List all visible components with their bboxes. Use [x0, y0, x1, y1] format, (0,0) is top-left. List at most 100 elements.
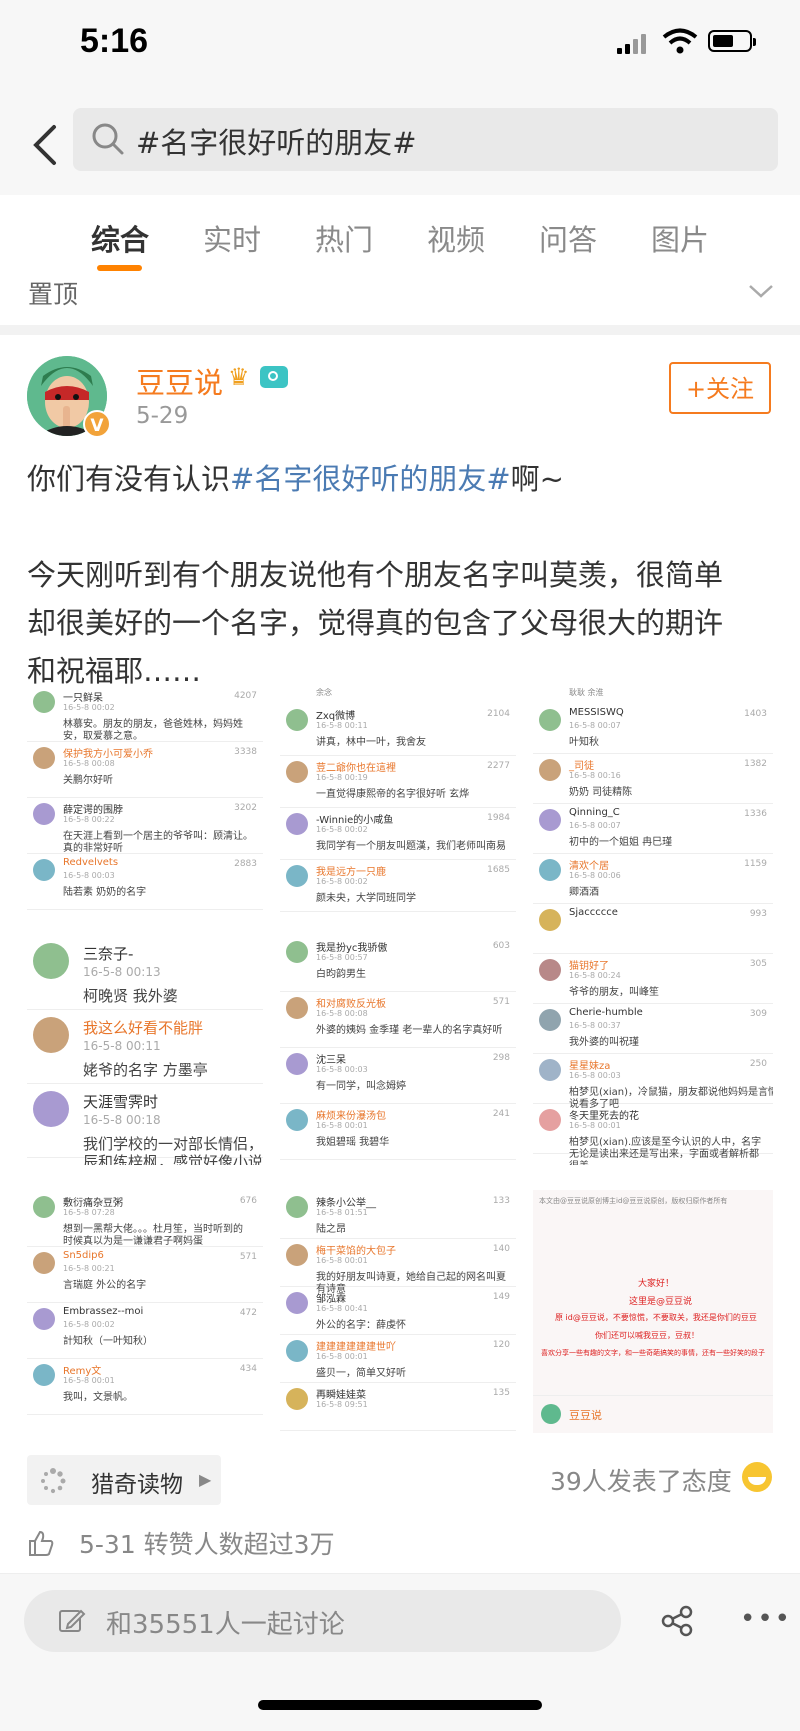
comment-item: 薛定谔的围脖 16-5-8 00:22 在天涯上看到一个居主的爷爷叫：顾清让。 真的非… [27, 797, 263, 854]
more-icon[interactable]: ••• [740, 1604, 792, 1634]
chevron-down-icon[interactable] [748, 283, 774, 299]
grid-image-3[interactable]: 敷衍痛杂豆粥 16-5-8 07:28 想到一黑帮大佬。。。杜月笙，当时听到的 时候真… [27, 1190, 263, 1433]
comment-item: 冬天里死去的花 16-5-8 00:01 柏梦见(xian).应该是至今认识的人中，… [533, 1103, 773, 1165]
tab-hot[interactable]: 热门 [315, 217, 373, 259]
comment-time: 16-5-8 00:11 [83, 1039, 161, 1053]
commenter-name: 薛定谔的围脖 [63, 805, 123, 816]
comment-time: 16-5-8 00:08 [316, 1009, 368, 1018]
comment-text-3: 很美。 [569, 1157, 599, 1165]
comment-text-2: 时候真以为是一谦谦君子啊妈蛋 [63, 1236, 203, 1247]
comment-likes: 3338 [234, 747, 257, 757]
comment-item: 麻烦来份瀑汤包 16-5-8 00:01 我姐碧瑶 我碧华 241 [280, 1103, 516, 1160]
comment-likes: 571 [492, 997, 510, 1007]
comment-time: 16-5-8 00:22 [63, 815, 115, 824]
search-query: #名字很好听的朋友# [136, 126, 417, 160]
comment-time: 16-5-8 00:57 [316, 953, 368, 962]
comment-input[interactable]: 和35551人一起讨论 [24, 1590, 621, 1652]
comment-text: 爷爷的朋友，叫峰笙 [569, 987, 659, 998]
comment-likes: 603 [492, 941, 510, 951]
pinned-label: 置顶 [28, 280, 79, 309]
comment-item: 敷衍痛杂豆粥 16-5-8 07:28 想到一黑帮大佬。。。杜月笙，当时听到的 时候真… [27, 1190, 263, 1247]
commenter-name: 三奈子- [83, 945, 134, 963]
comment-time: 16-5-8 00:01 [316, 1121, 368, 1130]
follow-button[interactable]: +关注 [669, 362, 771, 414]
back-arrow-icon[interactable] [24, 119, 68, 171]
avatar [539, 759, 561, 781]
comment-time: 16-5-8 00:03 [569, 1071, 621, 1080]
tab-comprehensive[interactable]: 综合 [91, 217, 149, 259]
comment-text: 柯晚贤 我外婆 [83, 987, 178, 1005]
avatar [286, 941, 308, 963]
grid-image-2[interactable]: 三奈子- 16-5-8 00:13 柯晚贤 我外婆 我这么好看不能胖 16-5-8 00… [27, 935, 263, 1165]
signal-icon [617, 32, 651, 54]
thumbs-up-icon[interactable] [27, 1529, 55, 1557]
comment-item: Zxq微博 16-5-8 00:11 讲真，林中一叶，我舍友 2104 [280, 703, 516, 756]
commenter-name: 敷衍痛杂豆粥 [63, 1198, 123, 1209]
search-box[interactable]: #名字很好听的朋友# [73, 108, 778, 171]
source-tag[interactable]: 猎奇读物 ▶ [27, 1455, 221, 1505]
author-name[interactable]: 豆豆说 [136, 360, 223, 402]
likes-info: 5-31 转赞人数超过3万 [79, 1530, 335, 1559]
comment-item: Sn5dip6 16-5-8 00:21 言瑞庭 外公的名字 571 [27, 1246, 263, 1303]
comment-time: 16-5-8 00:02 [316, 877, 368, 886]
comment-time: 16-5-8 07:28 [63, 1208, 115, 1217]
comment-item: 我是远方一只鹿 16-5-8 00:02 颜未央，大学同班同学 1685 [280, 859, 516, 912]
comment-text: 盛贝一，简单又好听 [316, 1368, 406, 1379]
comment-time: 16-5-8 00:01 [569, 1121, 621, 1130]
grid-image-6[interactable]: 辣条小公举__ 16-5-8 01:51 陆之昂 133 梅干菜馅的大包子 16-5-8 … [280, 1190, 516, 1433]
bottom-bar: 和35551人一起讨论 ••• [0, 1574, 800, 1731]
comment-text: 外公的名字：薛虔怀 [316, 1320, 406, 1331]
comment-text: 外婆的姨妈 金季瑾 老一辈人的名字真好听 [316, 1025, 503, 1036]
post-text-post: 啊~ [510, 462, 564, 496]
comment-time: 16-5-8 00:03 [63, 871, 115, 880]
pinned-row[interactable]: 置顶 [0, 271, 800, 335]
comment-time: 16-5-8 00:03 [316, 1065, 368, 1074]
commenter-name: Cherie-humble [569, 1007, 643, 1018]
status-bar: 5:16 [0, 0, 800, 95]
camera-icon [260, 366, 288, 388]
share-icon[interactable] [660, 1604, 694, 1638]
comment-likes: 241 [492, 1109, 510, 1119]
comment-likes: 1984 [487, 813, 510, 823]
tab-images[interactable]: 图片 [651, 217, 709, 259]
tab-qa[interactable]: 问答 [539, 217, 597, 259]
comment-text: 一直觉得康熙帝的名字很好听 玄烨 [316, 789, 470, 800]
attitude-count[interactable]: 39人发表了态度 [550, 1462, 732, 1498]
comment-time: 16-5-8 00:07 [569, 821, 621, 830]
grid-image-1[interactable]: 一只鲜呆 16-5-8 00:02 林慕安。朋友的朋友，爸爸姓林，妈妈姓 安，取爱慕之… [27, 685, 263, 925]
banner-line-1: 大家好！ [638, 1279, 675, 1289]
avatar [539, 809, 561, 831]
commenter-name: Sjaccccce [569, 907, 618, 918]
comment-time: 16-5-8 00:37 [569, 1021, 621, 1030]
avatar [33, 1017, 69, 1053]
topic-link[interactable]: #名字很好听的朋友# [230, 462, 511, 496]
comment-likes: 1382 [744, 759, 767, 769]
tab-video[interactable]: 视频 [427, 217, 485, 259]
commenter-name: 梅干菜馅的大包子 [316, 1246, 396, 1257]
commenter-name: 辣条小公举__ [316, 1198, 376, 1209]
image-grid[interactable]: 一只鲜呆 16-5-8 00:02 林慕安。朋友的朋友，爸爸姓林，妈妈姓 安，取爱慕之… [27, 685, 773, 1433]
grid-image-7[interactable]: 耿耿 余淮 MESSISWQ 16-5-8 00:07 叶知秋 1403 _司徒 16-5… [533, 685, 773, 1165]
commenter-name: _司徒 [569, 761, 594, 772]
comment-likes: 571 [239, 1252, 257, 1262]
comment-text: 白昀韵男生 [316, 969, 366, 980]
comment-item: 荳二爺你也在這裡 16-5-8 00:19 一直觉得康熙帝的名字很好听 玄烨 2277 [280, 755, 516, 808]
crown-icon: ♛ [228, 363, 250, 391]
comment-item: 猫钥好了 16-5-8 00:24 爷爷的朋友，叫峰笙 305 [533, 953, 773, 1004]
comment-item: _司徒 16-5-8 00:16 奶奶 司徒精陈 1382 [533, 753, 773, 804]
commenter-name: MESSISWQ [569, 707, 624, 718]
banner-top-text: 本文由@豆豆说原创博主id@豆豆说原创，版权归原作者所有 [539, 1197, 728, 1205]
commenter-name: 清欢个居 [569, 861, 609, 872]
tab-realtime[interactable]: 实时 [203, 217, 261, 259]
divider [533, 1395, 773, 1396]
avatar [286, 997, 308, 1019]
grid-image-5[interactable]: 我是扮yc我骄傲 16-5-8 00:57 白昀韵男生 603 和对腐败反光板 16-5-… [280, 935, 516, 1165]
source-label: 猎奇读物 [91, 1472, 183, 1498]
comment-item: 三奈子- 16-5-8 00:13 柯晚贤 我外婆 [27, 935, 263, 1010]
comment-item: Qinning_C 16-5-8 00:07 初中的一个姐姐 冉巳瑾 1336 [533, 803, 773, 854]
comment-item: 星星妹za 16-5-8 00:03 柏梦见(xian)，冷鼠猫，朋友都说他妈妈是言… [533, 1053, 773, 1110]
grid-image-8[interactable]: 本文由@豆豆说原创博主id@豆豆说原创，版权归原作者所有 大家好！ 这里是@豆豆… [533, 1190, 773, 1433]
grid-image-4[interactable]: 余念 Zxq微博 16-5-8 00:11 讲真，林中一叶，我舍友 2104 荳二爺你也… [280, 685, 516, 925]
comment-item: 沈三呆 16-5-8 00:03 有一同学，叫念姆婷 298 [280, 1047, 516, 1104]
comment-likes: 120 [492, 1340, 510, 1350]
